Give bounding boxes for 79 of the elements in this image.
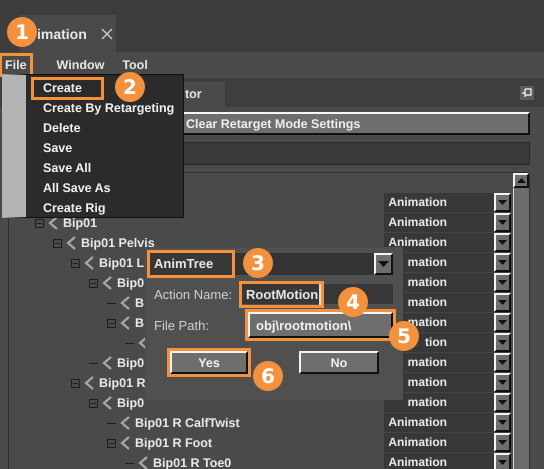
caret-icon bbox=[498, 400, 507, 405]
dropdown-field[interactable]: Animation bbox=[384, 213, 494, 232]
dropdown-button[interactable] bbox=[494, 193, 511, 212]
caret-icon bbox=[498, 220, 507, 225]
tree-item[interactable]: Bip01 L bbox=[99, 256, 144, 270]
tree-item[interactable]: Bip01 R Foot bbox=[135, 436, 212, 450]
dropdown-field[interactable]: Animation bbox=[384, 233, 494, 252]
dropdown-field[interactable]: Animation bbox=[384, 453, 494, 469]
menu-item[interactable]: Save bbox=[26, 138, 183, 158]
dropdown-button[interactable] bbox=[494, 333, 511, 352]
caret-icon bbox=[516, 178, 526, 183]
bone-icon bbox=[101, 396, 113, 410]
bone-icon bbox=[137, 456, 149, 469]
dropdown-button[interactable] bbox=[494, 453, 511, 469]
field-label: File Path: bbox=[153, 318, 210, 332]
dropdown-button[interactable] bbox=[374, 253, 393, 275]
scroll-up-button[interactable] bbox=[513, 173, 529, 188]
close-icon bbox=[100, 28, 113, 40]
tree-item[interactable]: Bip01 Pelvis bbox=[81, 236, 155, 250]
dropdown-button[interactable] bbox=[494, 393, 511, 412]
path-button[interactable]: obj\rootmotion\ bbox=[248, 312, 393, 338]
menu-item[interactable]: Create Rig bbox=[26, 198, 183, 218]
caret-icon bbox=[498, 280, 507, 285]
menu-item[interactable]: Create bbox=[34, 80, 101, 97]
caret-icon bbox=[498, 300, 507, 305]
dropdown-button[interactable] bbox=[494, 293, 511, 312]
caret-icon bbox=[498, 420, 507, 425]
dropdown-button[interactable] bbox=[494, 373, 511, 392]
field-label: Action Name: bbox=[153, 286, 234, 302]
caret-icon bbox=[498, 460, 507, 465]
dropdown-button[interactable] bbox=[494, 353, 511, 372]
bone-icon bbox=[47, 216, 59, 230]
bone-icon bbox=[101, 276, 113, 290]
dropdown-field[interactable]: Animation bbox=[384, 193, 494, 212]
menu-item[interactable]: Save All bbox=[26, 158, 183, 178]
tree-item[interactable]: Bip01 R CalfTwist bbox=[135, 416, 240, 430]
no-button[interactable]: No bbox=[299, 351, 379, 374]
yes-button[interactable]: Yes bbox=[170, 351, 248, 374]
caret-icon bbox=[378, 261, 389, 267]
dropdown-button[interactable] bbox=[494, 273, 511, 292]
dropdown-button[interactable] bbox=[494, 413, 511, 432]
dropdown-field[interactable]: mation bbox=[384, 393, 494, 412]
caret-icon bbox=[498, 440, 507, 445]
menu-item[interactable]: Window bbox=[54, 56, 108, 74]
caret-icon bbox=[498, 380, 507, 385]
menu-item[interactable]: File bbox=[2, 56, 30, 74]
caret-icon bbox=[498, 260, 507, 265]
pin-icon bbox=[520, 86, 534, 100]
bone-icon bbox=[65, 236, 77, 250]
tree-item[interactable]: Bip01 R bbox=[99, 376, 146, 390]
caret-icon bbox=[498, 240, 507, 245]
dropdown-button[interactable] bbox=[494, 313, 511, 332]
bone-icon bbox=[119, 416, 131, 430]
dropdown-button[interactable] bbox=[494, 253, 511, 272]
tree-item[interactable]: B bbox=[135, 296, 144, 310]
bone-icon bbox=[119, 316, 131, 330]
bone-icon bbox=[83, 256, 95, 270]
caret-icon bbox=[498, 360, 507, 365]
bone-icon bbox=[119, 296, 131, 310]
tree-item[interactable]: Bip0 bbox=[117, 356, 144, 370]
bone-icon bbox=[119, 436, 131, 450]
tree-item[interactable]: Bip0 bbox=[117, 396, 144, 410]
caret-icon bbox=[498, 320, 507, 325]
bone-icon bbox=[101, 356, 113, 370]
menu-item[interactable]: Tool bbox=[119, 56, 151, 74]
dropdown-button[interactable] bbox=[494, 233, 511, 252]
menu-item[interactable]: Delete bbox=[26, 118, 183, 138]
caret-icon bbox=[498, 200, 507, 205]
dropdown-field[interactable]: AnimTree bbox=[150, 253, 232, 275]
caret-icon bbox=[498, 340, 507, 345]
dropdown-button[interactable] bbox=[494, 433, 511, 452]
tree-item[interactable]: Bip01 bbox=[63, 216, 98, 230]
dropdown-field[interactable]: Animation bbox=[384, 433, 494, 452]
tree-item[interactable]: B bbox=[135, 316, 144, 330]
bone-icon bbox=[83, 376, 95, 390]
dropdown-button[interactable] bbox=[494, 213, 511, 232]
dropdown-field[interactable]: Animation bbox=[384, 413, 494, 432]
tree-item[interactable]: Bip0 bbox=[117, 276, 144, 290]
menu-item[interactable]: All Save As bbox=[26, 178, 183, 198]
